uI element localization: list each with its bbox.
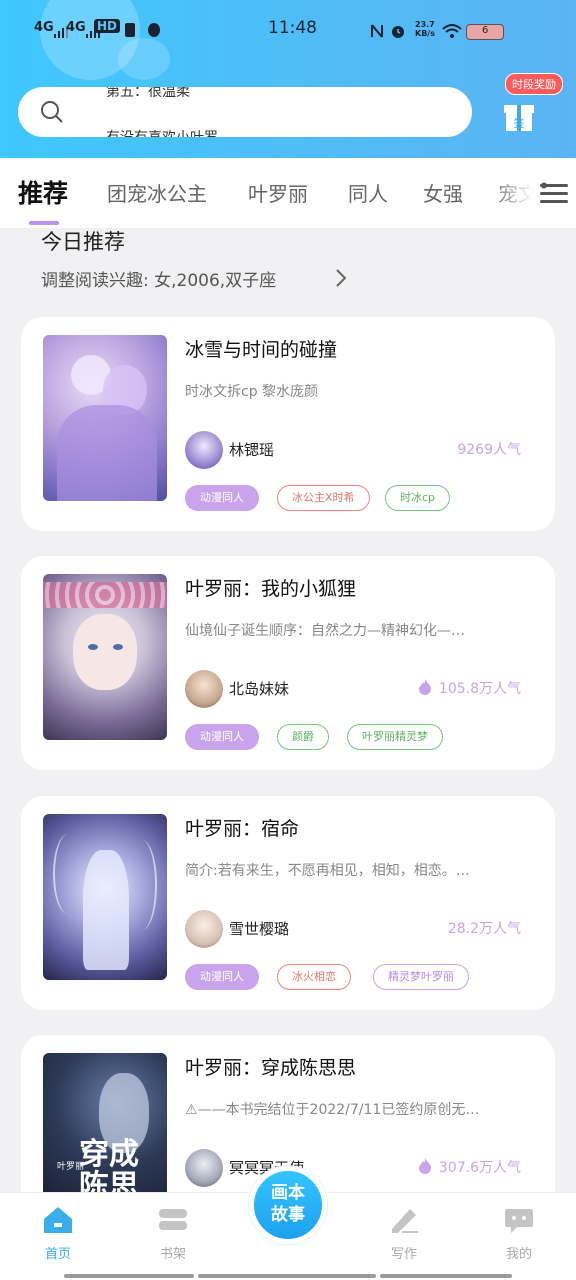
fire-icon [418,1158,431,1174]
tag[interactable]: 冰公主X时希 [277,485,370,511]
book-cover[interactable] [43,335,167,501]
tab-strong-female[interactable]: 女强 [423,178,463,207]
book-cover[interactable] [43,814,167,980]
book-description: ⚠——本书完结位于2022/7/11已签约原创无… [185,1102,480,1118]
bookshelf-icon [159,1209,187,1230]
author-name[interactable]: 林锶瑶 [229,439,274,460]
author-avatar[interactable] [185,670,223,708]
create-story-button[interactable]: 画本故事 [249,1166,327,1244]
tag[interactable]: 叶罗丽精灵梦 [347,724,443,750]
author-avatar[interactable] [185,910,223,948]
gesture-bar [64,1274,194,1278]
author-avatar[interactable] [185,1149,223,1187]
tag[interactable]: 精灵梦叶罗丽 [373,964,469,990]
tag[interactable]: 动漫同人 [185,724,259,750]
tag[interactable]: 时冰cp [385,485,451,511]
network-indicator-2: 4G [66,20,86,35]
section-title: 今日推荐 [41,230,125,254]
status-time: 11:48 [268,18,317,38]
popularity: 105.8万人气 [417,678,521,698]
popularity: 9269人气 [457,442,521,458]
popularity: 307.6万人气 [417,1157,521,1177]
nav-write[interactable]: 写作 [374,1205,434,1262]
tag[interactable]: 颜爵 [277,724,329,750]
category-tabs: 推荐 团宠冰公主 叶罗丽 同人 女强 宠文 [0,158,576,228]
book-title[interactable]: 冰雪与时间的碰撞 [185,335,337,362]
battery-icon: 6 [466,24,504,40]
book-title[interactable]: 叶罗丽：穿成陈思思 [185,1053,356,1080]
tag[interactable]: 动漫同人 [185,485,259,511]
sim-icon [125,23,135,37]
book-cover[interactable] [43,574,167,740]
pencil-icon [392,1209,418,1233]
tag[interactable]: 冰火相恋 [277,964,351,990]
book-title[interactable]: 叶罗丽：我的小狐狸 [185,574,356,601]
header: 4G 4G HD 11:48 23.7 KB/s 6 第五：很温柔 时段奖励 签 [0,0,576,158]
create-story-label: 画本故事 [271,1183,305,1225]
popularity: 28.2万人气 [447,921,521,937]
svg-text:签: 签 [514,116,525,130]
category-menu-icon[interactable] [540,182,570,206]
nav-home[interactable]: 首页 [28,1205,88,1262]
tab-fanfic[interactable]: 同人 [348,178,388,207]
network-speed: 23.7 KB/s [415,20,435,38]
nav-bookshelf[interactable]: 书架 [143,1205,203,1262]
nfc-icon [371,24,383,38]
chevron-right-icon[interactable] [334,268,348,288]
wifi-icon [442,24,462,38]
author-name[interactable]: 雪世樱璐 [229,918,289,939]
chat-bubble-icon [505,1209,533,1233]
book-card[interactable]: 叶罗丽：我的小狐狸 仙境仙子诞生顺序：自然之力—精神幻化—… 北岛妹妹 105.… [21,556,555,770]
reading-interest-link[interactable]: 调整阅读兴趣: 女,2006,双子座 [41,266,276,291]
checkin-gift-icon[interactable]: 签 [500,95,538,133]
author-avatar[interactable] [185,431,223,469]
tab-ice-princess[interactable]: 团宠冰公主 [107,178,207,207]
notification-icon [148,23,160,37]
tag[interactable]: 动漫同人 [185,964,259,990]
author-name[interactable]: 北岛妹妹 [229,678,289,699]
search-icon [41,101,63,123]
book-title[interactable]: 叶罗丽：宿命 [185,814,299,841]
book-description: 简介:若有来生，不愿再相见，相知，相恋。… [185,863,470,879]
search-hint-2: 有没有喜欢小叶罗 [106,127,218,137]
reward-badge: 时段奖励 [505,73,563,95]
book-card[interactable]: 叶罗丽：宿命 简介:若有来生，不愿再相见，相知，相恋。… 雪世樱璐 28.2万人… [21,796,555,1010]
network-indicator: 4G [34,20,54,35]
tab-recommend[interactable]: 推荐 [18,174,68,210]
gesture-bar [198,1274,376,1278]
book-description: 时冰文拆cp 黎水庞颜 [185,384,319,400]
tab-yeluoli[interactable]: 叶罗丽 [248,178,308,207]
alarm-icon [392,26,404,38]
hd-badge: HD [94,19,121,33]
home-icon [44,1207,72,1233]
nav-mine[interactable]: 我的 [489,1205,549,1262]
gesture-bar [380,1274,512,1278]
book-card[interactable]: 冰雪与时间的碰撞 时冰文拆cp 黎水庞颜 林锶瑶 9269人气 动漫同人 冰公主… [21,317,555,531]
book-description: 仙境仙子诞生顺序：自然之力—精神幻化—… [185,623,465,639]
search-hint-1: 第五：很温柔 [106,87,190,100]
status-bar: 4G 4G HD 11:48 23.7 KB/s 6 [0,14,576,50]
fire-icon [418,679,431,695]
search-bar[interactable]: 第五：很温柔 有没有喜欢小叶罗 [18,87,472,137]
active-tab-indicator [29,221,59,225]
